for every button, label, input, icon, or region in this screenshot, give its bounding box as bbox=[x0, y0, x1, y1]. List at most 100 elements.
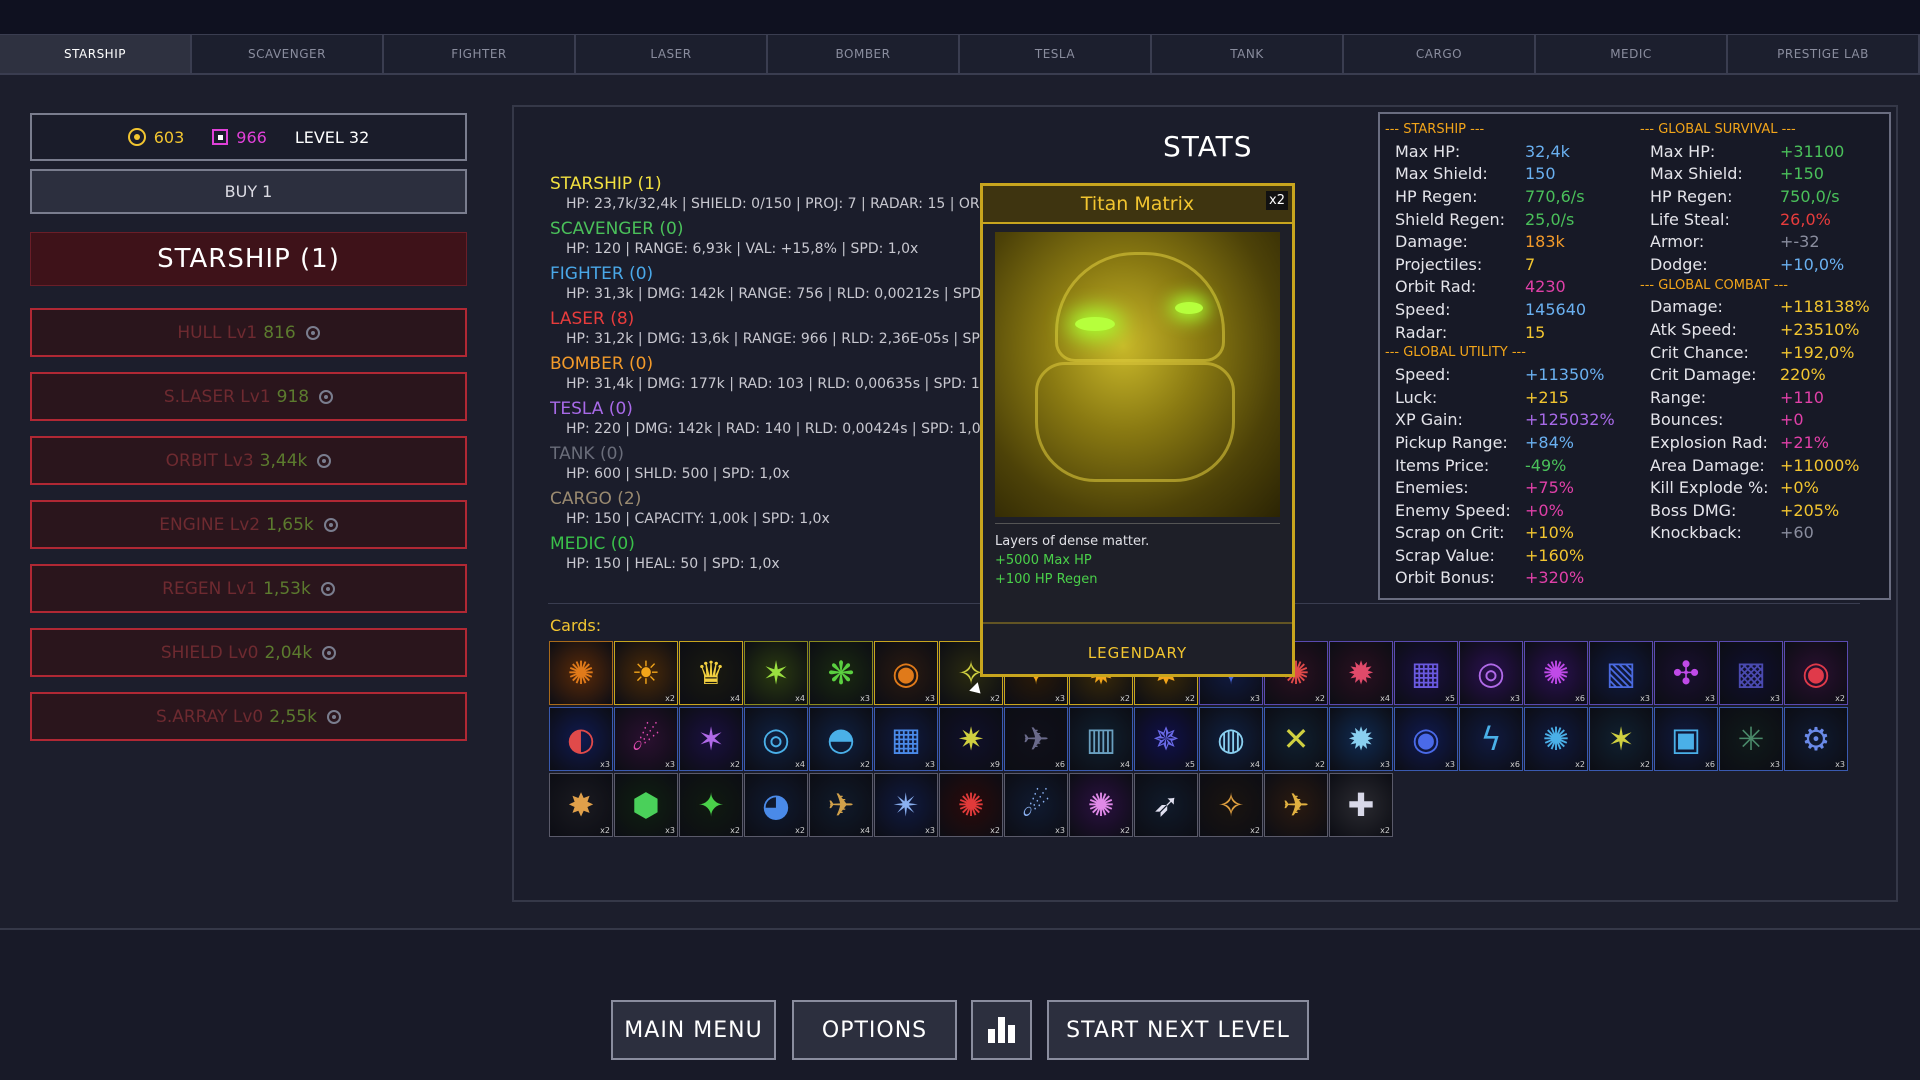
tab-medic[interactable]: MEDIC bbox=[1536, 35, 1728, 73]
card-slot[interactable]: ☄ x3 bbox=[614, 707, 678, 771]
card-slot[interactable]: ✺ x2 bbox=[939, 773, 1003, 837]
upgrade-button[interactable]: ENGINE Lv2 1,65k bbox=[30, 500, 467, 549]
card-count: x4 bbox=[795, 760, 805, 769]
card-icon: ✈ bbox=[1282, 786, 1310, 824]
card-slot[interactable]: ✺ x2 bbox=[1524, 707, 1588, 771]
tab-scavenger[interactable]: SCAVENGER bbox=[192, 35, 384, 73]
stat-row: Dodge: +10,0% bbox=[1640, 253, 1890, 276]
card-slot[interactable]: ✦ x2 bbox=[679, 773, 743, 837]
tab-fighter[interactable]: FIGHTER bbox=[384, 35, 576, 73]
card-slot[interactable]: ▣ x6 bbox=[1654, 707, 1718, 771]
card-slot[interactable]: ✈ x6 bbox=[1004, 707, 1068, 771]
card-slot[interactable]: ◐ x3 bbox=[549, 707, 613, 771]
stat-label: Orbit Bonus: bbox=[1395, 568, 1495, 588]
card-slot[interactable]: ◍ x4 bbox=[1199, 707, 1263, 771]
card-slot[interactable]: ✚ x2 bbox=[1329, 773, 1393, 837]
card-slot[interactable]: ✴ x3 bbox=[874, 773, 938, 837]
card-slot[interactable]: ✧ x2 bbox=[1199, 773, 1263, 837]
card-slot[interactable]: ✹ x3 bbox=[1329, 707, 1393, 771]
card-slot[interactable]: ✹ x4 bbox=[1329, 641, 1393, 705]
card-slot[interactable]: ◎ x4 bbox=[744, 707, 808, 771]
upgrade-button[interactable]: SHIELD Lv0 2,04k bbox=[30, 628, 467, 677]
ship-header: STARSHIP (1) bbox=[30, 232, 467, 286]
card-slot[interactable]: ▦ x5 bbox=[1394, 641, 1458, 705]
card-slot[interactable]: ϟ x6 bbox=[1459, 707, 1523, 771]
stat-value: +10,0% bbox=[1780, 254, 1845, 274]
stat-label: Life Steal: bbox=[1650, 209, 1730, 229]
upgrade-button[interactable]: REGEN Lv1 1,53k bbox=[30, 564, 467, 613]
upgrade-button[interactable]: S.ARRAY Lv0 2,55k bbox=[30, 692, 467, 741]
stat-value: 15 bbox=[1525, 322, 1546, 342]
card-count: x5 bbox=[1185, 760, 1195, 769]
card-count: x3 bbox=[1510, 694, 1520, 703]
tab-laser[interactable]: LASER bbox=[576, 35, 768, 73]
stat-label: XP Gain: bbox=[1395, 410, 1463, 430]
card-count: x3 bbox=[665, 760, 675, 769]
stat-row: Explosion Rad: +21% bbox=[1640, 431, 1890, 454]
tab-tank[interactable]: TANK bbox=[1152, 35, 1344, 73]
options-button[interactable]: OPTIONS bbox=[792, 1000, 957, 1060]
category-detail: HP: 23,7k/32,4k | SHIELD: 0/150 | PROJ: … bbox=[566, 196, 980, 212]
card-slot[interactable]: ◉ x3 bbox=[874, 641, 938, 705]
card-slot[interactable]: ✣ x3 bbox=[1654, 641, 1718, 705]
card-slot[interactable]: ✳ x3 bbox=[1719, 707, 1783, 771]
card-slot[interactable]: ✵ x5 bbox=[1134, 707, 1198, 771]
stat-row: Kill Explode %: +0% bbox=[1640, 476, 1890, 499]
main-menu-button[interactable]: MAIN MENU bbox=[611, 1000, 776, 1060]
tab-starship[interactable]: STARSHIP bbox=[0, 35, 192, 73]
card-slot[interactable]: ▧ x3 bbox=[1589, 641, 1653, 705]
card-slot[interactable]: ▦ x3 bbox=[874, 707, 938, 771]
upgrade-button[interactable]: HULL Lv1 816 bbox=[30, 308, 467, 357]
card-slot[interactable]: ⚙ x3 bbox=[1784, 707, 1848, 771]
upgrade-button[interactable]: S.LASER Lv1 918 bbox=[30, 372, 467, 421]
card-slot[interactable]: ◕ x2 bbox=[744, 773, 808, 837]
card-slot[interactable]: ☄ x3 bbox=[1004, 773, 1068, 837]
card-slot[interactable]: ✈ x4 bbox=[809, 773, 873, 837]
card-slot[interactable]: ◓ x2 bbox=[809, 707, 873, 771]
card-count: x4 bbox=[1250, 760, 1260, 769]
card-slot[interactable]: ✷ x9 bbox=[939, 707, 1003, 771]
card-slot[interactable]: ☀ x2 bbox=[614, 641, 678, 705]
stats-chart-button[interactable] bbox=[971, 1000, 1032, 1060]
upgrade-button[interactable]: ORBIT Lv3 3,44k bbox=[30, 436, 467, 485]
stat-value: 32,4k bbox=[1525, 141, 1570, 161]
tab-bomber[interactable]: BOMBER bbox=[768, 35, 960, 73]
stat-label: Orbit Rad: bbox=[1395, 277, 1477, 297]
stat-value: +84% bbox=[1525, 432, 1574, 452]
buy-quantity-button[interactable]: BUY 1 bbox=[30, 169, 467, 214]
card-slot[interactable]: ✺ x2 bbox=[1069, 773, 1133, 837]
tab-tesla[interactable]: TESLA bbox=[960, 35, 1152, 73]
card-slot[interactable]: ◎ x3 bbox=[1459, 641, 1523, 705]
stat-value: +11350% bbox=[1525, 365, 1605, 385]
card-slot[interactable]: ❋ x3 bbox=[809, 641, 873, 705]
card-slot[interactable]: ▩ x3 bbox=[1719, 641, 1783, 705]
card-slot[interactable]: ▥ x4 bbox=[1069, 707, 1133, 771]
card-slot[interactable]: ♛ x4 bbox=[679, 641, 743, 705]
card-slot[interactable]: ➶ bbox=[1134, 773, 1198, 837]
card-slot[interactable]: ✸x2 bbox=[549, 773, 613, 837]
stat-row: Knockback: +60 bbox=[1640, 522, 1890, 545]
stat-value: 150 bbox=[1525, 164, 1556, 184]
card-slot[interactable]: ◉ x3 bbox=[1394, 707, 1458, 771]
card-effect: +100 HP Regen bbox=[995, 572, 1098, 587]
card-slot[interactable]: ✶ x2 bbox=[1589, 707, 1653, 771]
card-slot[interactable]: ⬢ x3 bbox=[614, 773, 678, 837]
card-slot[interactable]: ✈ bbox=[1264, 773, 1328, 837]
card-slot[interactable]: ✶ x4 bbox=[744, 641, 808, 705]
card-slot[interactable]: ✕ x2 bbox=[1264, 707, 1328, 771]
stats-section-header: --- STARSHIP --- bbox=[1385, 122, 1485, 137]
card-effect: +5000 Max HP bbox=[995, 553, 1092, 568]
upgrade-name: REGEN Lv1 bbox=[162, 578, 258, 599]
tab-prestige-lab[interactable]: PRESTIGE LAB bbox=[1728, 35, 1920, 73]
card-slot[interactable]: ✺ bbox=[549, 641, 613, 705]
stat-value: +31100 bbox=[1780, 141, 1845, 161]
tab-cargo[interactable]: CARGO bbox=[1344, 35, 1536, 73]
gold-value: 603 bbox=[153, 127, 185, 147]
scrap-icon bbox=[305, 325, 320, 340]
card-tooltip-header: Titan Matrix x2 bbox=[983, 186, 1292, 224]
start-next-level-button[interactable]: START NEXT LEVEL bbox=[1047, 1000, 1309, 1060]
card-slot[interactable]: ◉ x2 bbox=[1784, 641, 1848, 705]
card-count: x3 bbox=[925, 694, 935, 703]
card-slot[interactable]: ✶ x2 bbox=[679, 707, 743, 771]
card-slot[interactable]: ✺ x6 bbox=[1524, 641, 1588, 705]
